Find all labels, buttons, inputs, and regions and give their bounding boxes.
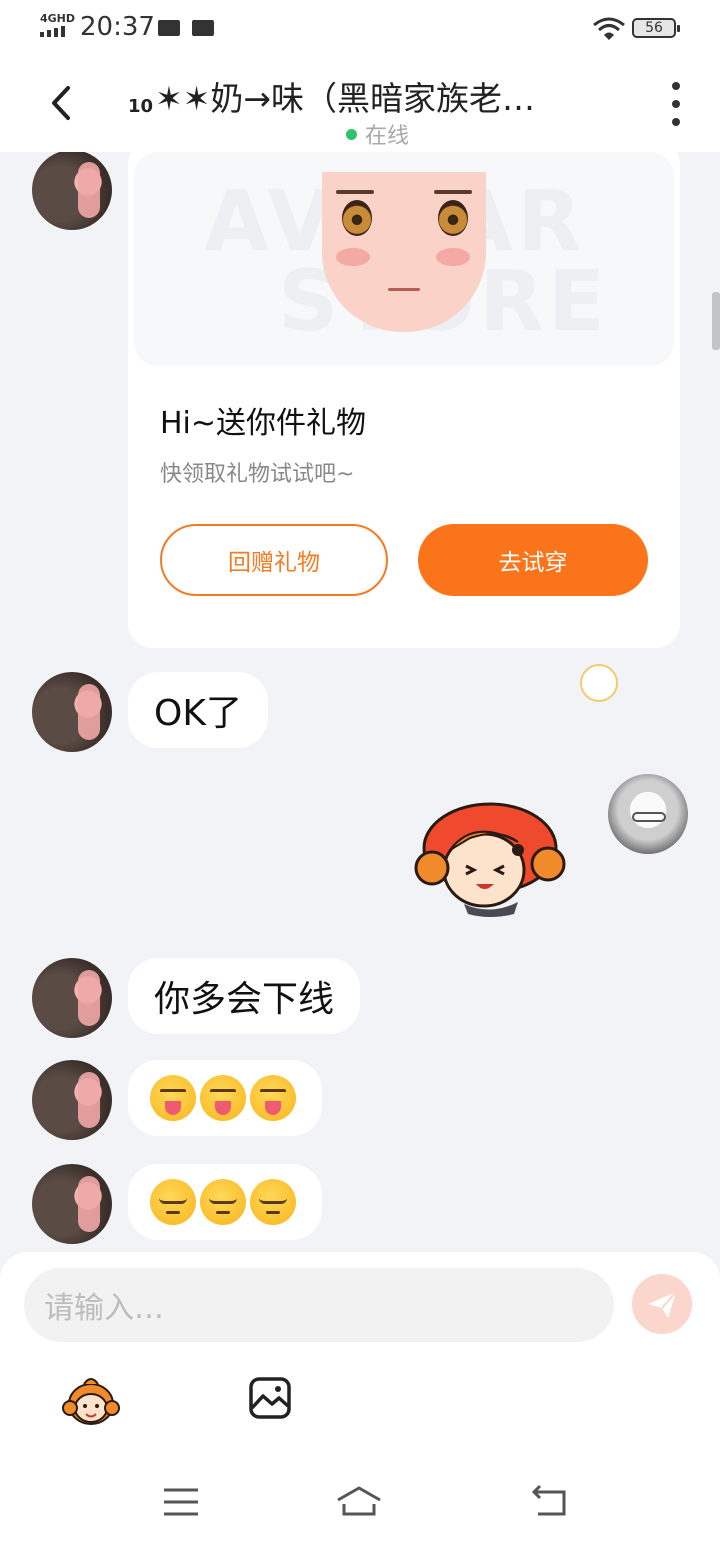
online-dot-icon [346,128,357,140]
gift-subtitle: 快领取礼物试试吧~ [160,462,355,487]
image-icon[interactable] [248,1376,292,1420]
contact-avatar[interactable] [32,1060,112,1140]
battery-indicator: 56 [632,18,680,38]
level-badge: 10 [128,96,154,117]
gift-title: Hi~送你件礼物 [160,406,367,441]
emoji-message-bubble[interactable] [128,1164,322,1240]
squinting-tongue-emoji-icon [250,1075,296,1121]
video-player-icon [192,20,214,36]
message-input[interactable]: 请输入… [24,1268,614,1342]
mascot-emoji-icon[interactable] [62,1374,120,1430]
online-status-text: 在线 [365,124,410,149]
gift-card[interactable]: AVATAR STORE Hi~送你件礼物 快领取礼物试试吧~ 回赠礼物 去试穿 [128,152,680,648]
try-on-button[interactable]: 去试穿 [418,524,648,596]
message-list[interactable]: AVATAR STORE Hi~送你件礼物 快领取礼物试试吧~ 回赠礼物 去试穿… [0,152,720,1252]
chat-header: 10✶✶奶→味（黑暗家族老… 在线 [0,56,720,152]
return-gift-button[interactable]: 回赠礼物 [160,524,388,596]
pensive-emoji-icon [150,1179,196,1225]
squinting-tongue-emoji-icon [150,1075,196,1121]
pensive-emoji-icon [250,1179,296,1225]
squinting-tongue-emoji-icon [200,1075,246,1121]
floating-circle-button[interactable] [580,664,618,702]
contact-avatar[interactable] [32,958,112,1038]
network-type: 4GHD [40,12,76,25]
more-vertical-icon[interactable] [664,82,688,126]
back-arrow-icon[interactable] [40,80,86,126]
contact-name-text: ✶✶奶→味（黑暗家族老… [155,79,536,118]
return-icon[interactable] [524,1482,574,1522]
message-bubble[interactable]: 你多会下线 [128,958,361,1034]
video-camera-icon [158,20,180,36]
sticker-mascot[interactable] [414,798,566,920]
emoji-message-bubble[interactable] [128,1060,322,1136]
home-icon[interactable] [334,1482,384,1522]
composer: 请输入… [0,1252,720,1462]
contact-avatar[interactable] [32,672,112,752]
online-status: 在线 [346,118,409,150]
wifi-icon [593,17,625,40]
signal-icon [40,26,65,37]
message-bubble[interactable]: OK了 [128,672,268,748]
menu-icon[interactable] [156,1482,206,1522]
scrollbar[interactable] [712,292,720,350]
pensive-emoji-icon [200,1179,246,1225]
clock: 20:37 [80,12,155,42]
status-bar: 4GHD 20:37 56 [0,0,720,56]
send-icon[interactable] [632,1274,692,1334]
self-avatar[interactable] [608,774,688,854]
contact-name[interactable]: 10✶✶奶→味（黑暗家族老… [128,72,598,120]
avatar-face-illustration [322,172,486,332]
contact-avatar[interactable] [32,152,112,230]
contact-avatar[interactable] [32,1164,112,1244]
gift-preview-image[interactable]: AVATAR STORE [134,152,674,366]
system-navigation-bar [0,1462,720,1544]
